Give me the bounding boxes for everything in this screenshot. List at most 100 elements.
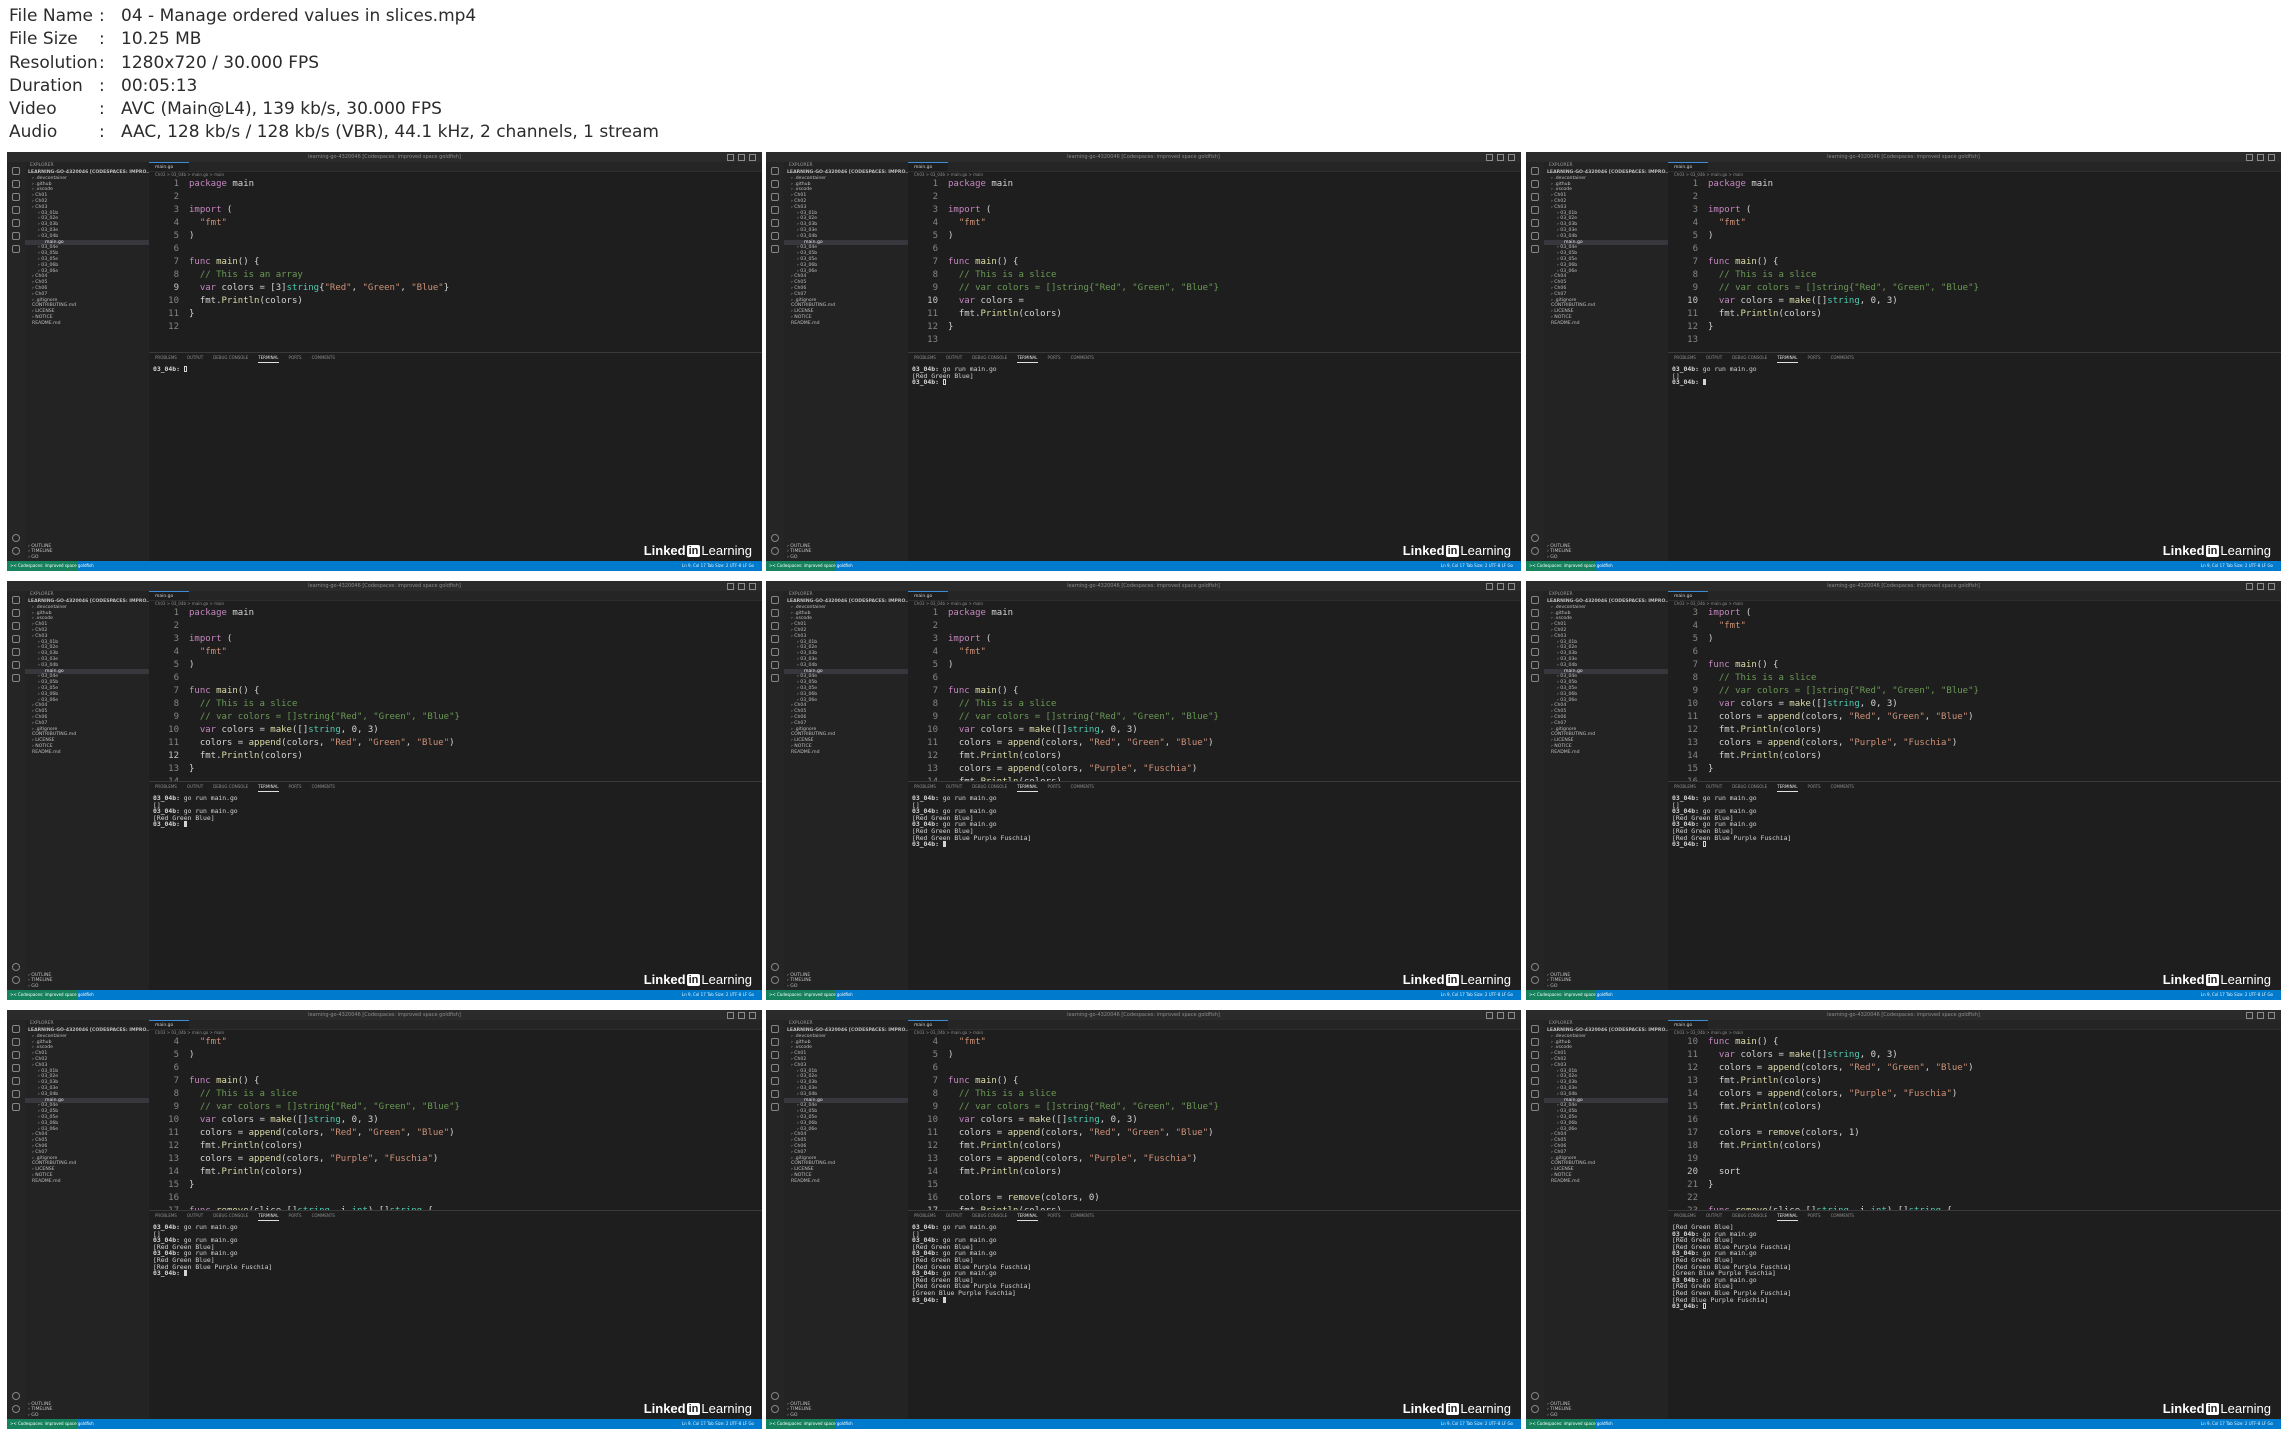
- search-icon[interactable]: [1531, 609, 1539, 617]
- code-line[interactable]: 13: [908, 334, 1521, 347]
- code-line[interactable]: 3 import (: [149, 633, 762, 646]
- repo-title[interactable]: LEARNING-GO-4320046 [CODESPACES: IMPRO..…: [1544, 170, 1668, 176]
- run-debug-icon[interactable]: [12, 635, 20, 643]
- close-icon[interactable]: [1508, 583, 1515, 590]
- repo-title[interactable]: LEARNING-GO-4320046 [CODESPACES: IMPRO..…: [25, 1028, 149, 1034]
- window-controls[interactable]: [2246, 1012, 2275, 1019]
- code-line[interactable]: 5): [908, 659, 1521, 672]
- panel-tab[interactable]: DEBUG CONSOLE: [972, 353, 1007, 362]
- minimize-icon[interactable]: [727, 583, 734, 590]
- code-line[interactable]: 19: [1668, 1153, 2281, 1166]
- panel-tab[interactable]: TERMINAL: [1777, 1212, 1798, 1221]
- panel-tab[interactable]: TERMINAL: [1777, 783, 1798, 792]
- account-icon[interactable]: [771, 963, 779, 971]
- account-icon[interactable]: [771, 1392, 779, 1400]
- code-line[interactable]: 12 fmt.Println(colors): [149, 1140, 762, 1153]
- extensions-icon[interactable]: [771, 219, 779, 227]
- panel-tab[interactable]: PORTS: [1808, 782, 1821, 791]
- code-line[interactable]: 7 func main() {: [908, 256, 1521, 269]
- code-line[interactable]: 6: [1668, 646, 2281, 659]
- code-line[interactable]: 4 "fmt": [149, 1036, 762, 1049]
- code-line[interactable]: 12: [149, 321, 762, 334]
- testing-icon[interactable]: [771, 245, 779, 253]
- code-line[interactable]: 6: [908, 243, 1521, 256]
- code-line[interactable]: 6: [908, 672, 1521, 685]
- search-icon[interactable]: [12, 609, 20, 617]
- panel-tab[interactable]: TERMINAL: [1017, 783, 1038, 792]
- code-line[interactable]: 9 // var colors = []string{"Red", "Green…: [1668, 685, 2281, 698]
- source-control-icon[interactable]: [12, 193, 20, 201]
- gear-icon[interactable]: [1531, 976, 1539, 984]
- extensions-icon[interactable]: [12, 219, 20, 227]
- panel-tab[interactable]: COMMENTS: [1831, 353, 1854, 362]
- panel-tab[interactable]: COMMENTS: [1071, 782, 1094, 791]
- code-editor[interactable]: main.go Ch03 > 03_04b > main.go > main 1 pa…: [908, 591, 1521, 781]
- gear-icon[interactable]: [12, 1405, 20, 1413]
- maximize-icon[interactable]: [1497, 583, 1504, 590]
- code-line[interactable]: 14 fmt.Println(colors): [149, 1166, 762, 1179]
- code-line[interactable]: 1 package main: [149, 178, 762, 191]
- terminal[interactable]: 03_04b: go run main.go[] 03_04b: go run m…: [908, 1220, 1521, 1303]
- code-line[interactable]: 9 var colors = [3]string{"Red", "Green",…: [149, 282, 762, 295]
- code-line[interactable]: 11 var colors = make([]string, 0, 3): [1668, 1049, 2281, 1062]
- code-line[interactable]: 14 colors = append(colors, "Purple", "Fu…: [1668, 1088, 2281, 1101]
- code-line[interactable]: 13: [1668, 334, 2281, 347]
- close-icon[interactable]: [2268, 154, 2275, 161]
- code-line[interactable]: 11}: [149, 308, 762, 321]
- code-editor[interactable]: main.go Ch03 > 03_04b > main.go > main 3 im…: [1668, 591, 2281, 781]
- testing-icon[interactable]: [12, 1103, 20, 1111]
- testing-icon[interactable]: [771, 1103, 779, 1111]
- minimize-icon[interactable]: [727, 1012, 734, 1019]
- tab-main-go[interactable]: main.go: [1668, 1020, 1708, 1029]
- account-icon[interactable]: [1531, 1392, 1539, 1400]
- files-icon[interactable]: [771, 596, 779, 604]
- code-line[interactable]: 15}: [149, 1179, 762, 1192]
- code-line[interactable]: 8 // This is a slice: [908, 269, 1521, 282]
- code-line[interactable]: 16: [149, 1192, 762, 1205]
- code-line[interactable]: 4 "fmt": [1668, 217, 2281, 230]
- run-debug-icon[interactable]: [771, 1064, 779, 1072]
- remote-icon[interactable]: [12, 661, 20, 669]
- search-icon[interactable]: [12, 180, 20, 188]
- code-line[interactable]: 8 // This is a slice: [1668, 269, 2281, 282]
- code-line[interactable]: 12 fmt.Println(colors): [149, 750, 762, 763]
- run-debug-icon[interactable]: [12, 1064, 20, 1072]
- panel-tab[interactable]: TERMINAL: [1017, 354, 1038, 363]
- extensions-icon[interactable]: [771, 1077, 779, 1085]
- tab-main-go[interactable]: main.go: [1668, 591, 1708, 600]
- testing-icon[interactable]: [771, 674, 779, 682]
- repo-title[interactable]: LEARNING-GO-4320046 [CODESPACES: IMPRO..…: [25, 170, 149, 176]
- remote-icon[interactable]: [12, 232, 20, 240]
- close-icon[interactable]: [749, 154, 756, 161]
- account-icon[interactable]: [771, 534, 779, 542]
- code-line[interactable]: 13 colors = append(colors, "Purple", "Fu…: [908, 1153, 1521, 1166]
- panel-tab[interactable]: OUTPUT: [946, 353, 962, 362]
- code-editor[interactable]: main.go Ch03 > 03_04b > main.go > main 1 pa…: [908, 162, 1521, 352]
- gear-icon[interactable]: [771, 547, 779, 555]
- code-line[interactable]: 4 "fmt": [149, 217, 762, 230]
- code-line[interactable]: 2: [149, 191, 762, 204]
- code-line[interactable]: 11 colors = append(colors, "Red", "Green…: [149, 737, 762, 750]
- remote-icon[interactable]: [1531, 232, 1539, 240]
- code-line[interactable]: 6: [1668, 243, 2281, 256]
- panel-tab[interactable]: PORTS: [1808, 1211, 1821, 1220]
- code-line[interactable]: 5): [1668, 633, 2281, 646]
- panel-tab[interactable]: TERMINAL: [258, 783, 279, 792]
- search-icon[interactable]: [12, 1038, 20, 1046]
- panel-tab[interactable]: PORTS: [1048, 353, 1061, 362]
- close-icon[interactable]: [749, 1012, 756, 1019]
- run-debug-icon[interactable]: [1531, 635, 1539, 643]
- run-debug-icon[interactable]: [1531, 206, 1539, 214]
- code-line[interactable]: 4 "fmt": [908, 1036, 1521, 1049]
- status-items[interactable]: Ln 9, Col 17 Tab Size: 2 UTF-8 LF Go: [2201, 1419, 2273, 1429]
- code-line[interactable]: 20 sort: [1668, 1166, 2281, 1179]
- remote-indicator[interactable]: >< Codespaces: improved space goldfish: [7, 1419, 94, 1429]
- code-line[interactable]: 2: [1668, 191, 2281, 204]
- code-line[interactable]: 3 import (: [908, 204, 1521, 217]
- code-line[interactable]: 10 var colors = make([]string, 0, 3): [908, 724, 1521, 737]
- code-line[interactable]: 10 fmt.Println(colors): [149, 295, 762, 308]
- terminal[interactable]: 03_04b: go run main.go[] 03_04b:: [1668, 362, 2281, 386]
- code-line[interactable]: 5): [149, 230, 762, 243]
- panel-tab[interactable]: TERMINAL: [258, 1212, 279, 1221]
- code-line[interactable]: 10 var colors =: [908, 295, 1521, 308]
